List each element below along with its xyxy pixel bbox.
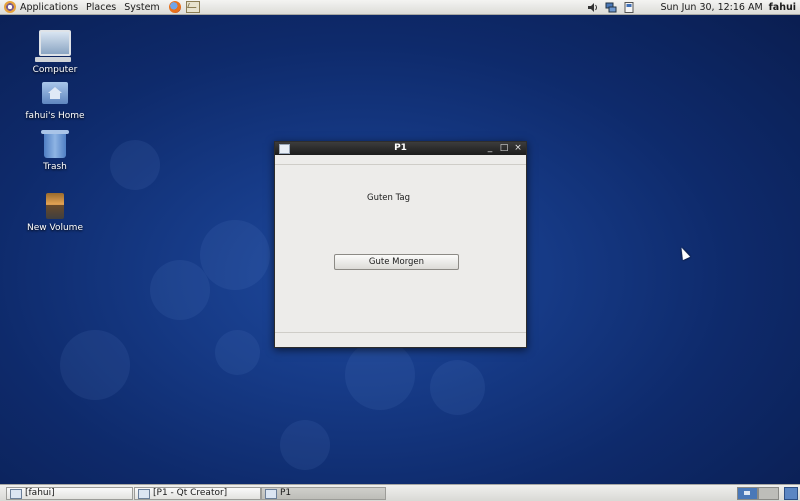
- folder-icon: [10, 489, 22, 499]
- desktop-icon-trash[interactable]: Trash: [20, 130, 90, 172]
- status-bar: [275, 332, 526, 347]
- volume-icon: [46, 193, 64, 219]
- minimize-button[interactable]: _: [484, 142, 496, 155]
- desktop-icon-computer[interactable]: Computer: [20, 30, 90, 75]
- computer-icon: [35, 30, 71, 62]
- desktop-icon-label: fahui's Home: [25, 111, 85, 121]
- task-label: [fahui]: [25, 488, 55, 498]
- system-tray: Sun Jun 30, 12:16 AM fahui: [584, 0, 800, 14]
- gute-morgen-button[interactable]: Gute Morgen: [334, 254, 459, 270]
- bokeh-decor: [215, 330, 260, 375]
- window-titlebar[interactable]: P1 _ □ ×: [275, 142, 526, 155]
- p1-window: P1 _ □ × Guten Tag Gute Morgen: [274, 141, 527, 348]
- places-menu[interactable]: Places: [82, 0, 120, 14]
- bokeh-decor: [345, 340, 415, 410]
- bokeh-decor: [430, 360, 485, 415]
- system-menu[interactable]: System: [120, 0, 163, 14]
- top-panel: Applications Places System Sun Jun 30, 1…: [0, 0, 800, 15]
- workspace-2[interactable]: [758, 487, 779, 500]
- applications-menu[interactable]: Applications: [0, 0, 82, 14]
- applications-menu-label: Applications: [20, 1, 79, 13]
- show-desktop-icon[interactable]: [784, 487, 798, 500]
- desktop-icon-new-volume[interactable]: New Volume: [20, 193, 90, 233]
- bokeh-decor: [150, 260, 210, 320]
- workspace-1[interactable]: [737, 487, 758, 500]
- close-button[interactable]: ×: [512, 142, 524, 155]
- system-menu-label: System: [124, 1, 160, 13]
- menubar-separator: [275, 164, 526, 165]
- mouse-cursor-icon: [677, 245, 691, 261]
- mail-icon: [185, 1, 200, 13]
- places-menu-label: Places: [86, 1, 117, 13]
- network-icon[interactable]: [605, 2, 617, 13]
- bottom-taskbar: [fahui] [P1 - Qt Creator] P1: [0, 484, 800, 501]
- panel-clock[interactable]: Sun Jun 30, 12:16 AM: [660, 2, 762, 13]
- mail-launcher[interactable]: [185, 0, 200, 14]
- task-button-qt-creator[interactable]: [P1 - Qt Creator]: [134, 487, 261, 500]
- maximize-button[interactable]: □: [498, 142, 510, 155]
- task-label: P1: [280, 488, 292, 498]
- task-button-fahui[interactable]: [fahui]: [6, 487, 133, 500]
- update-notifier-icon[interactable]: [623, 1, 635, 13]
- firefox-launcher[interactable]: [168, 0, 182, 14]
- bokeh-decor: [200, 220, 270, 290]
- qt-creator-icon: [138, 489, 150, 499]
- gnome-foot-icon: [4, 1, 16, 13]
- bokeh-decor: [280, 420, 330, 470]
- desktop-icon-home[interactable]: fahui's Home: [20, 82, 90, 121]
- task-button-p1[interactable]: P1: [261, 487, 386, 500]
- volume-icon[interactable]: [587, 2, 599, 13]
- window-icon: [265, 489, 277, 499]
- desktop-icon-label: Computer: [32, 65, 78, 75]
- bokeh-decor: [110, 140, 160, 190]
- desktop-icon-label: Trash: [43, 162, 67, 172]
- panel-user-name[interactable]: fahui: [769, 2, 796, 13]
- firefox-icon: [168, 1, 181, 13]
- desktop-icon-label: New Volume: [27, 223, 83, 233]
- bokeh-decor: [60, 330, 130, 400]
- task-label: [P1 - Qt Creator]: [153, 488, 228, 498]
- greeting-label: Guten Tag: [367, 193, 411, 203]
- trash-icon: [41, 130, 69, 158]
- home-folder-icon: [42, 82, 68, 104]
